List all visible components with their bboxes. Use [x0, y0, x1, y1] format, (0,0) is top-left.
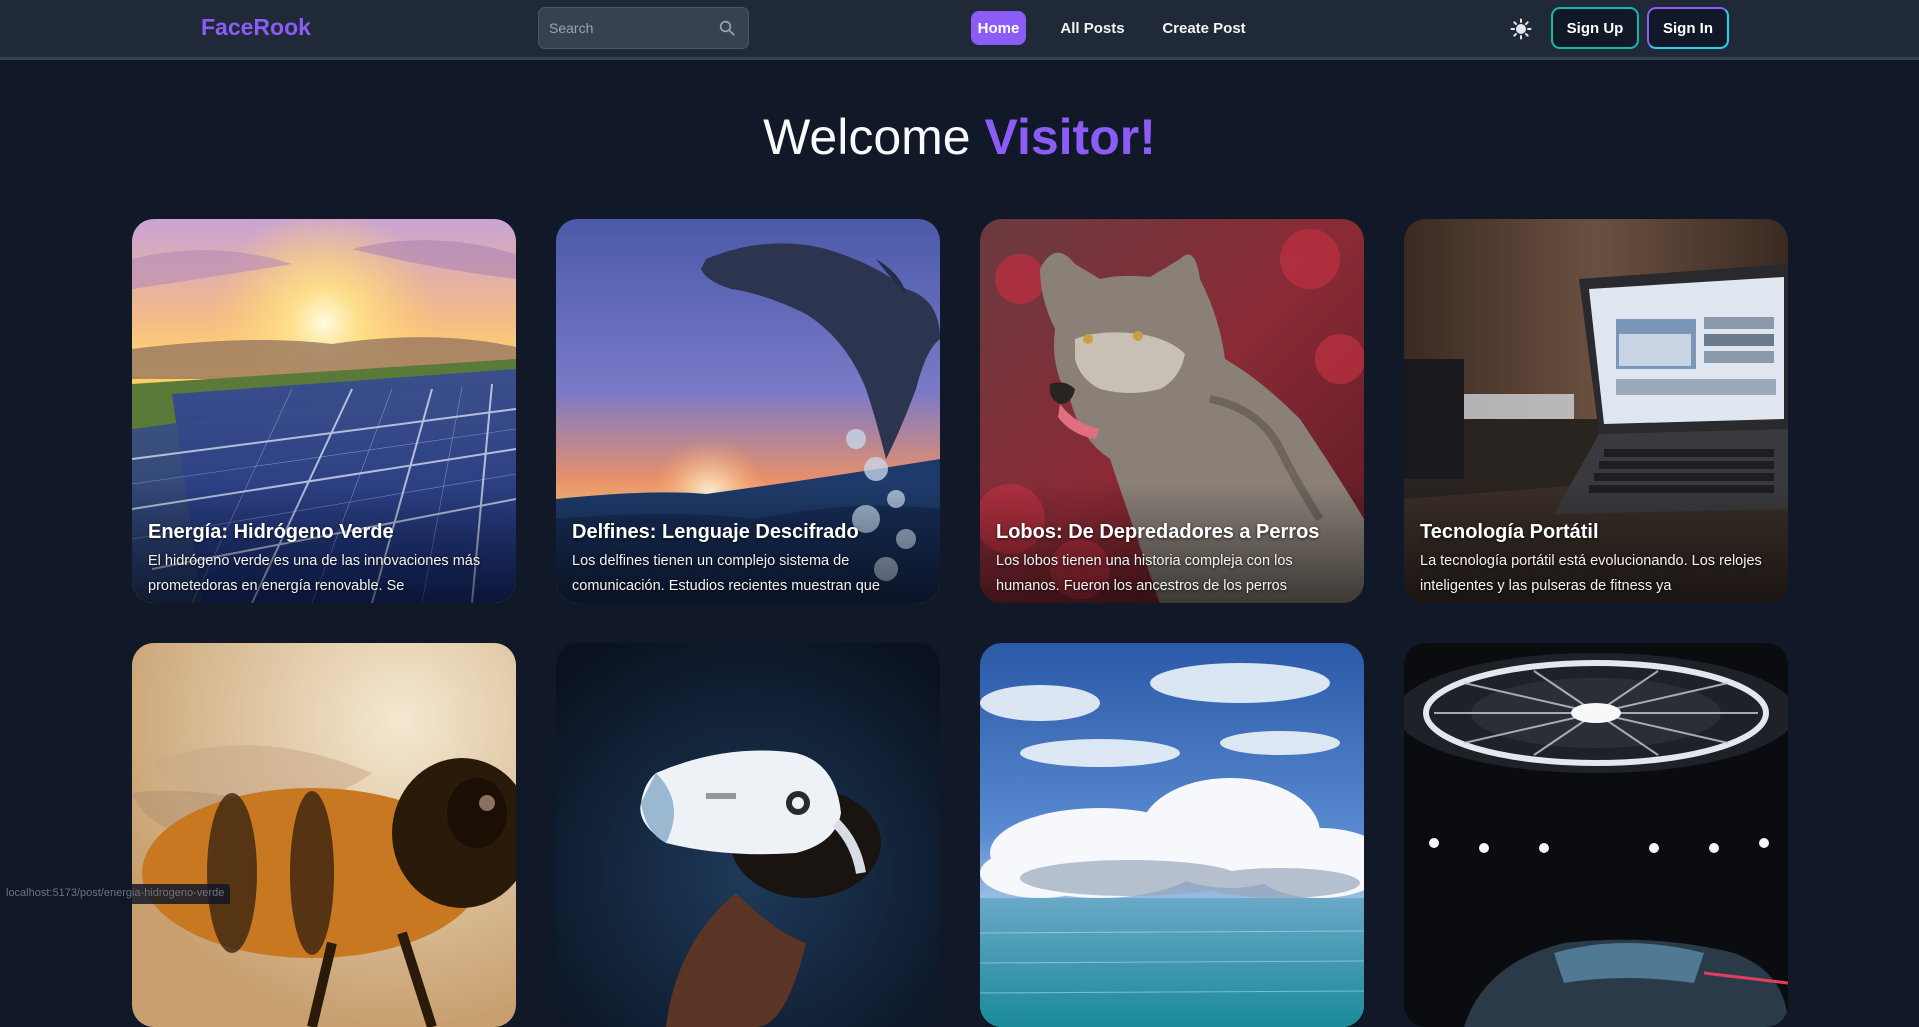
- post-card[interactable]: Delfines: Lenguaje Descifrado Los delfin…: [556, 219, 940, 603]
- welcome-prefix: Welcome: [763, 109, 984, 165]
- post-card[interactable]: Tecnología Portátil La tecnología portát…: [1404, 219, 1788, 603]
- post-card[interactable]: [980, 643, 1364, 1027]
- post-title: Energía: Hidrógeno Verde: [148, 521, 508, 544]
- status-bar-url: localhost:5173/post/energia-hidrogeno-ve…: [0, 884, 230, 904]
- post-image-concept-car: [1404, 643, 1788, 1027]
- nav-home-link[interactable]: Home: [971, 11, 1026, 45]
- search-box[interactable]: [538, 7, 749, 49]
- page-title: Welcome Visitor!: [0, 108, 1919, 166]
- post-title: Delfines: Lenguaje Descifrado: [572, 521, 932, 544]
- post-title: Tecnología Portátil: [1420, 521, 1780, 544]
- nav-all-posts-link[interactable]: All Posts: [1055, 11, 1130, 45]
- navbar: FaceRook Home All Posts Create Post Sign…: [0, 0, 1919, 60]
- post-card[interactable]: [132, 643, 516, 1027]
- post-excerpt: El hidrógeno verde es una de las innovac…: [148, 549, 498, 599]
- sun-icon[interactable]: [1509, 17, 1533, 41]
- post-card[interactable]: [1404, 643, 1788, 1027]
- post-excerpt: Los lobos tienen una historia compleja c…: [996, 549, 1346, 599]
- post-excerpt: La tecnología portátil está evolucionand…: [1420, 549, 1770, 599]
- search-icon[interactable]: [718, 19, 736, 37]
- post-excerpt: Los delfines tienen un complejo sistema …: [572, 549, 922, 599]
- post-card[interactable]: [556, 643, 940, 1027]
- post-image-clouds-sea: [980, 643, 1364, 1027]
- post-title: Lobos: De Depredadores a Perros: [996, 521, 1356, 544]
- search-input[interactable]: [549, 8, 709, 48]
- nav-create-post-link[interactable]: Create Post: [1160, 11, 1248, 45]
- sign-up-button[interactable]: Sign Up: [1551, 7, 1639, 49]
- welcome-highlight: Visitor!: [985, 109, 1156, 165]
- post-card[interactable]: Lobos: De Depredadores a Perros Los lobo…: [980, 219, 1364, 603]
- logo[interactable]: FaceRook: [201, 14, 311, 41]
- post-image-bee: [132, 643, 516, 1027]
- sign-in-button[interactable]: Sign In: [1647, 7, 1729, 49]
- post-image-vr-headset: [556, 643, 940, 1027]
- post-card[interactable]: Energía: Hidrógeno Verde El hidrógeno ve…: [132, 219, 516, 603]
